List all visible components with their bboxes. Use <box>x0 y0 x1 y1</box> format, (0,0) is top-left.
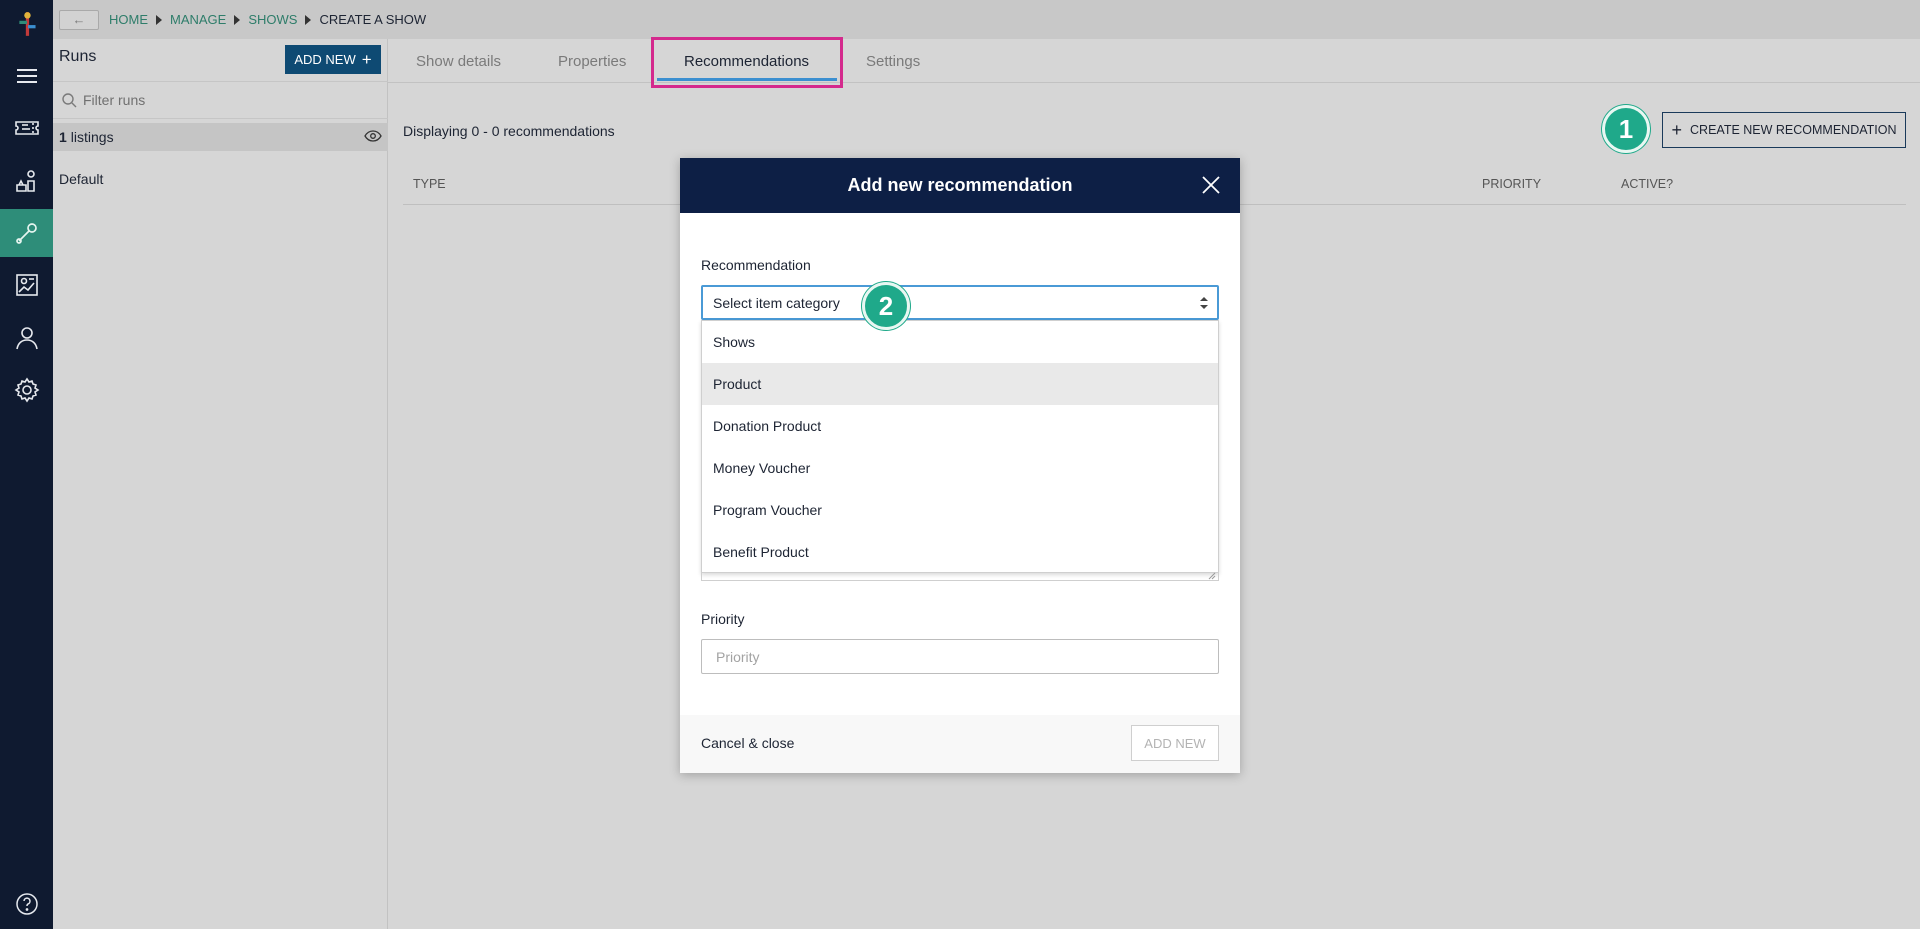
create-new-recommendation-button[interactable]: + CREATE NEW RECOMMENDATION <box>1662 112 1906 148</box>
ticket-icon[interactable] <box>0 104 53 152</box>
top-bar: ← HOME MANAGE SHOWS CREATE A SHOW <box>53 0 1920 39</box>
recommendation-label: Recommendation <box>701 257 811 273</box>
tab-highlight-annotation <box>651 37 843 88</box>
help-icon[interactable] <box>0 880 53 928</box>
app-logo[interactable] <box>14 10 38 36</box>
column-active: ACTIVE? <box>1621 177 1674 191</box>
products-icon[interactable] <box>0 157 53 205</box>
priority-input[interactable] <box>701 639 1219 674</box>
breadcrumb-current: CREATE A SHOW <box>319 12 427 27</box>
add-new-button[interactable]: ADD NEW <box>1131 725 1219 761</box>
breadcrumb-separator-icon <box>305 14 312 25</box>
add-run-label: ADD NEW <box>294 52 356 67</box>
breadcrumb-separator-icon <box>156 14 162 25</box>
plus-icon: + <box>361 50 372 69</box>
add-recommendation-modal: Add new recommendation Recommendation Se… <box>680 158 1240 773</box>
breadcrumb-shows[interactable]: SHOWS <box>248 12 297 27</box>
menu-icon[interactable] <box>0 52 53 100</box>
reports-icon[interactable] <box>0 261 53 309</box>
option-donation-product[interactable]: Donation Product <box>702 405 1218 447</box>
item-category-select[interactable]: Select item category <box>701 285 1219 320</box>
plus-icon: + <box>1671 119 1683 140</box>
tab-show-details[interactable]: Show details <box>416 39 501 83</box>
left-rail <box>0 0 53 929</box>
option-benefit-product[interactable]: Benefit Product <box>702 531 1218 573</box>
select-arrows-icon <box>1200 297 1208 309</box>
modal-title: Add new recommendation <box>680 158 1240 213</box>
add-run-button[interactable]: ADD NEW + <box>285 45 381 74</box>
filter-runs <box>53 81 388 119</box>
tab-bar: Show details Properties Recommendations … <box>388 39 1920 83</box>
step-badge-2: 2 <box>862 282 910 330</box>
display-count: Displaying 0 - 0 recommendations <box>403 123 615 139</box>
listings-row[interactable]: 1 listings <box>53 123 388 151</box>
tab-properties[interactable]: Properties <box>558 39 626 83</box>
category-dropdown: Shows Product Donation Product Money Vou… <box>701 320 1219 573</box>
create-new-recommendation-label: CREATE NEW RECOMMENDATION <box>1690 123 1897 137</box>
tab-settings[interactable]: Settings <box>866 39 920 83</box>
breadcrumb-manage[interactable]: MANAGE <box>170 12 226 27</box>
cancel-close-link[interactable]: Cancel & close <box>701 735 794 751</box>
run-item-default[interactable]: Default <box>59 171 103 187</box>
filter-runs-input[interactable] <box>83 92 343 108</box>
listings-count: 1 <box>59 129 67 145</box>
search-icon <box>62 93 77 108</box>
close-icon[interactable] <box>1200 174 1222 196</box>
wrench-icon[interactable] <box>0 209 53 257</box>
option-money-voucher[interactable]: Money Voucher <box>702 447 1218 489</box>
resize-handle-icon[interactable] <box>1208 572 1216 580</box>
gear-icon[interactable] <box>0 366 53 414</box>
runs-panel: Runs ADD NEW + 1 listings Default <box>53 39 388 929</box>
step-badge-1: 1 <box>1602 105 1650 153</box>
option-shows[interactable]: Shows <box>702 321 1218 363</box>
runs-title: Runs <box>59 48 97 65</box>
breadcrumb-home[interactable]: HOME <box>109 12 148 27</box>
textarea-edge <box>701 572 1219 581</box>
breadcrumb-separator-icon <box>234 14 241 25</box>
modal-footer: Cancel & close ADD NEW <box>680 715 1240 773</box>
user-icon[interactable] <box>0 314 53 362</box>
select-value: Select item category <box>713 294 840 311</box>
column-priority: PRIORITY <box>1482 177 1542 191</box>
option-program-voucher[interactable]: Program Voucher <box>702 489 1218 531</box>
breadcrumb: HOME MANAGE SHOWS CREATE A SHOW <box>109 12 426 27</box>
back-button[interactable]: ← <box>59 9 99 30</box>
priority-label: Priority <box>701 611 745 627</box>
column-type: TYPE <box>413 177 446 191</box>
listings-label: listings <box>70 129 114 145</box>
option-product[interactable]: Product <box>702 363 1218 405</box>
eye-icon[interactable] <box>364 129 382 143</box>
